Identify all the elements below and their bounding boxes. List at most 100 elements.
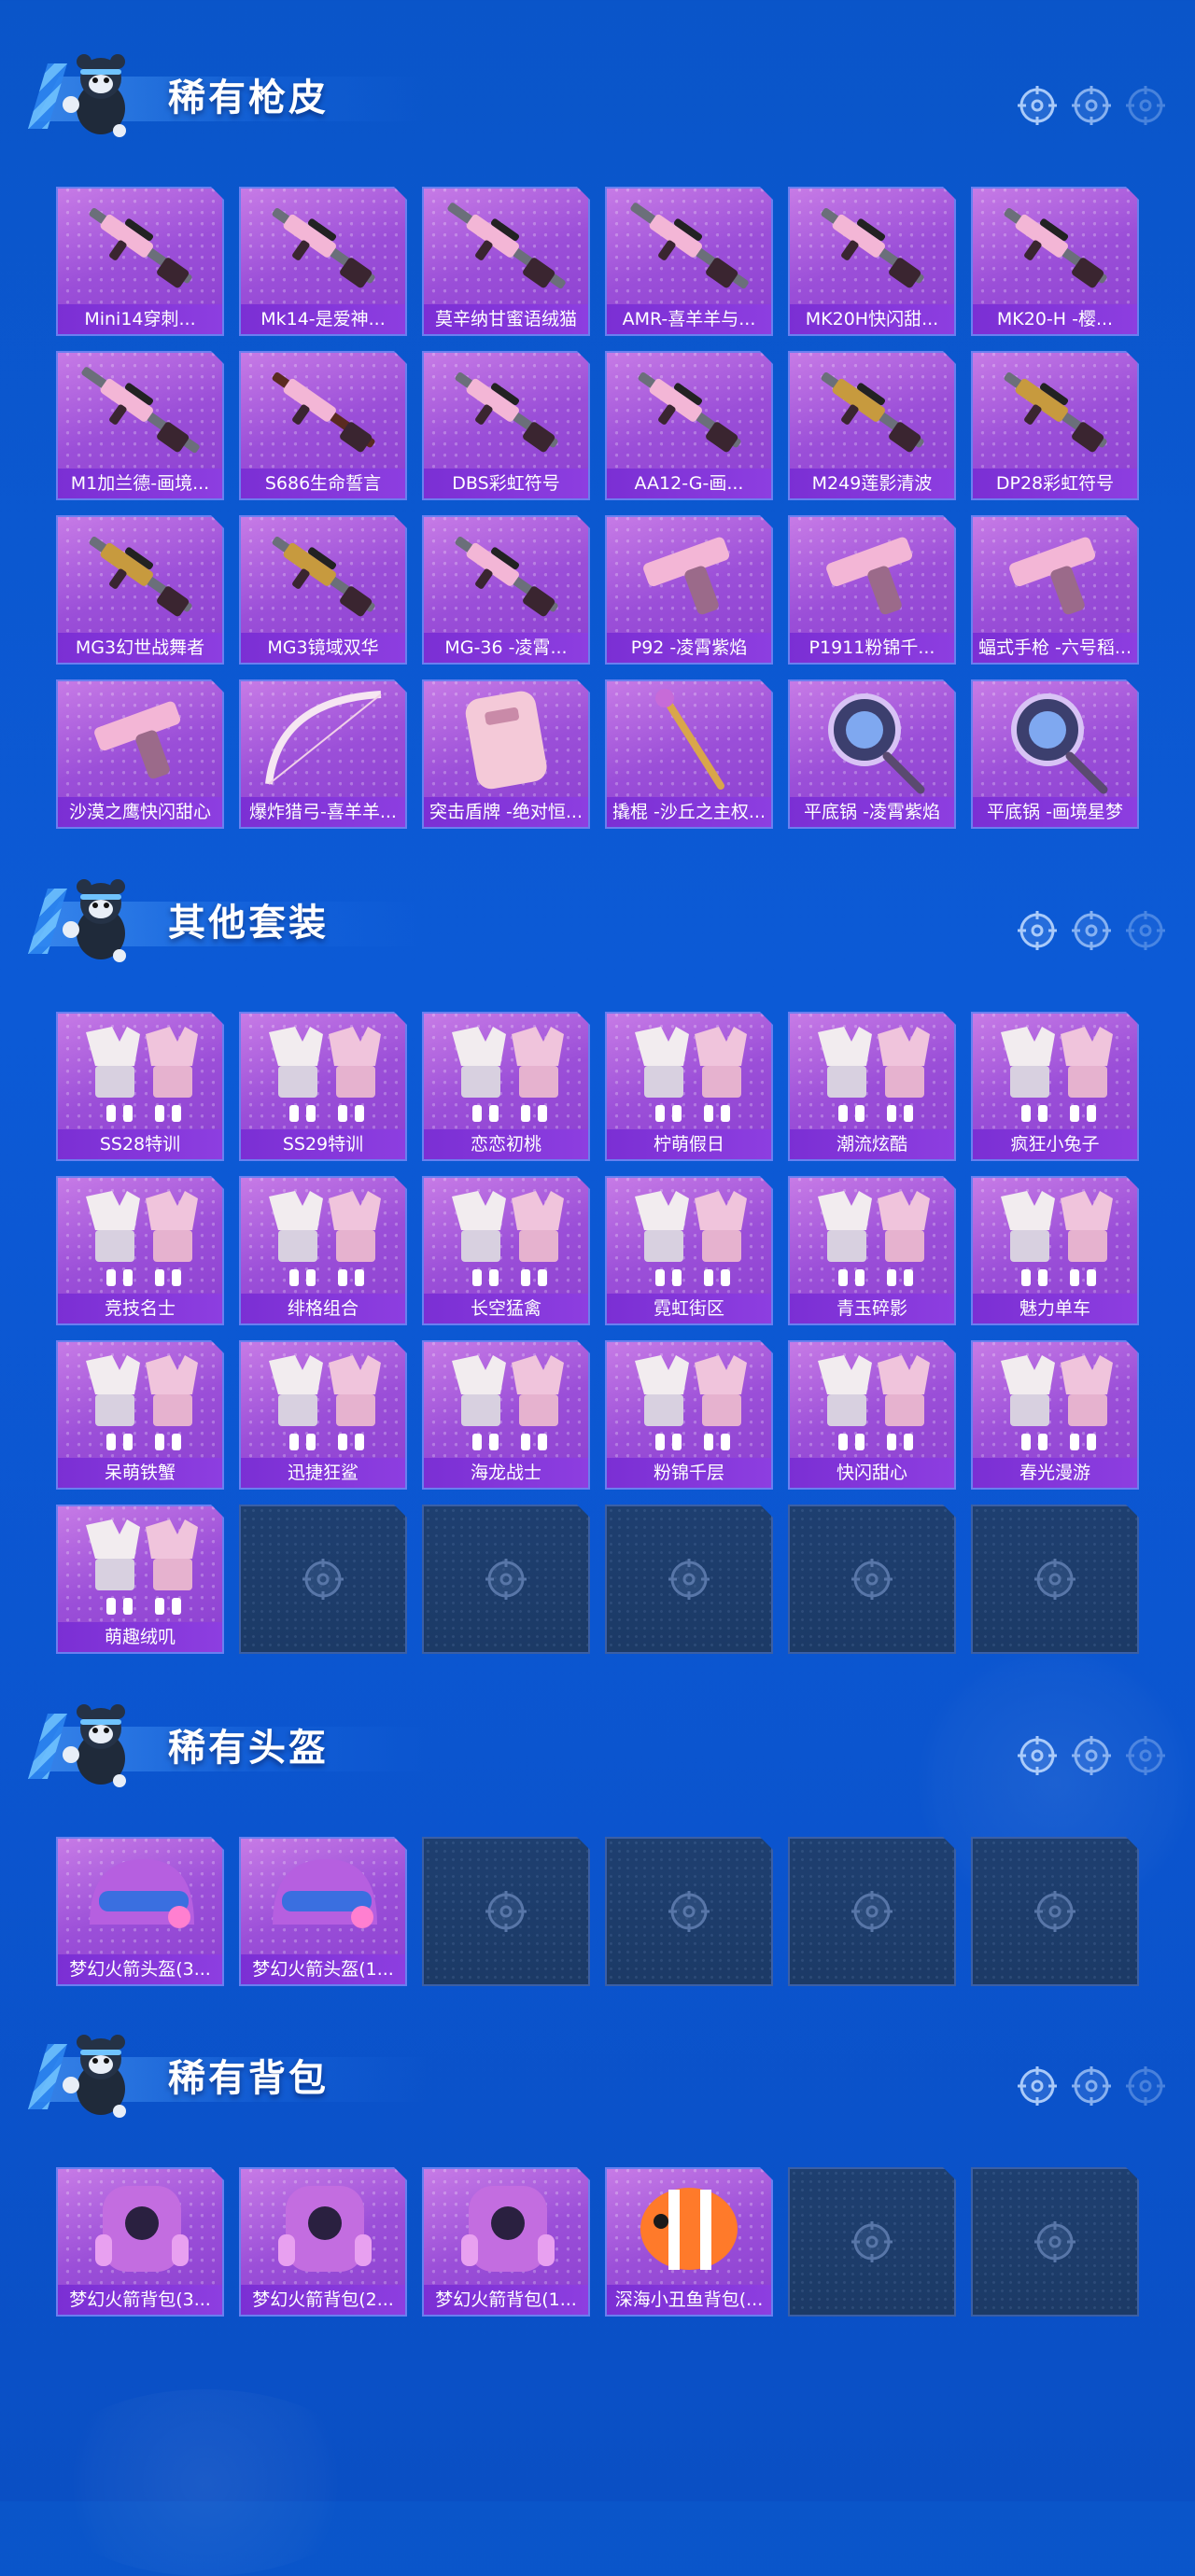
item-card[interactable]: P1911粉锦千...: [788, 515, 956, 665]
mascot-icon: [63, 1704, 126, 1787]
item-card[interactable]: 爆炸猎弓-喜羊羊...: [239, 679, 407, 829]
item-card[interactable]: M249莲影清波: [788, 351, 956, 500]
empty-slot-crosshair-icon: [1032, 1556, 1078, 1603]
crosshair-icon: [1072, 911, 1111, 950]
item-card[interactable]: 突击盾牌 -绝对恒...: [422, 679, 590, 829]
item-card[interactable]: 霓虹街区: [605, 1176, 773, 1325]
item-label: DBS彩虹符号: [424, 469, 588, 498]
item-card[interactable]: SS28特训: [56, 1012, 224, 1161]
outfit-icon: [973, 1178, 1137, 1294]
shield-icon: [424, 681, 588, 797]
empty-slot: [239, 1505, 407, 1654]
item-label: P1911粉锦千...: [790, 633, 954, 663]
item-label: M249莲影清波: [790, 469, 954, 498]
mascot-icon: [63, 2035, 126, 2118]
backpack-icon: [241, 2169, 405, 2285]
item-card[interactable]: MG-36 -凌霄...: [422, 515, 590, 665]
item-label: 青玉碎影: [790, 1294, 954, 1323]
item-label: 莫辛纳甘蜜语绒猫: [424, 304, 588, 334]
item-label: 萌趣绒叽: [58, 1622, 222, 1652]
pistol-icon: [973, 517, 1137, 633]
empty-slot: [971, 2167, 1139, 2317]
item-card[interactable]: 绯格组合: [239, 1176, 407, 1325]
item-card[interactable]: 潮流炫酷: [788, 1012, 956, 1161]
item-card[interactable]: MG3镜域双华: [239, 515, 407, 665]
item-label: AMR-喜羊羊与...: [607, 304, 771, 334]
item-card[interactable]: 魅力单车: [971, 1176, 1139, 1325]
empty-slot: [971, 1837, 1139, 1986]
item-label: 爆炸猎弓-喜羊羊...: [241, 797, 405, 827]
pan-icon: [973, 681, 1137, 797]
item-card[interactable]: 迅捷狂鲨: [239, 1340, 407, 1490]
outfit-icon: [790, 1014, 954, 1129]
item-card[interactable]: 疯狂小兔子: [971, 1012, 1139, 1161]
item-card[interactable]: 莫辛纳甘蜜语绒猫: [422, 187, 590, 336]
item-card[interactable]: 柠萌假日: [605, 1012, 773, 1161]
item-label: MK20H快闪甜...: [790, 304, 954, 334]
rifle-icon: [58, 189, 222, 304]
item-card[interactable]: 青玉碎影: [788, 1176, 956, 1325]
item-card[interactable]: S686生命誓言: [239, 351, 407, 500]
sniper-icon: [424, 189, 588, 304]
item-label: 粉锦千层: [607, 1458, 771, 1488]
rifle-icon: [607, 353, 771, 469]
header-crosshair-group: [1016, 84, 1167, 131]
rifle-icon: [424, 517, 588, 633]
item-label: 柠萌假日: [607, 1129, 771, 1159]
item-label: MG3镜域双华: [241, 633, 405, 663]
item-card[interactable]: DBS彩虹符号: [422, 351, 590, 500]
item-card[interactable]: P92 -凌霄紫焰: [605, 515, 773, 665]
item-card[interactable]: 沙漠之鹰快闪甜心: [56, 679, 224, 829]
item-label: SS28特训: [58, 1129, 222, 1159]
item-card[interactable]: SS29特训: [239, 1012, 407, 1161]
item-card[interactable]: MK20-H -樱...: [971, 187, 1139, 336]
item-card[interactable]: 呆萌铁蟹: [56, 1340, 224, 1490]
empty-slot-crosshair-icon: [1032, 1888, 1078, 1935]
item-card[interactable]: 竞技名士: [56, 1176, 224, 1325]
section-title: 稀有背包: [168, 2057, 329, 2100]
item-card[interactable]: 深海小丑鱼背包(...: [605, 2167, 773, 2317]
item-card[interactable]: 梦幻火箭头盔(1...: [239, 1837, 407, 1986]
empty-slot: [605, 1837, 773, 1986]
item-card[interactable]: 恋恋初桃: [422, 1012, 590, 1161]
item-card[interactable]: M1加兰德-画境...: [56, 351, 224, 500]
item-card[interactable]: 粉锦千层: [605, 1340, 773, 1490]
item-card[interactable]: AMR-喜羊羊与...: [605, 187, 773, 336]
item-card[interactable]: 长空猛禽: [422, 1176, 590, 1325]
rifle-icon: [424, 353, 588, 469]
item-card[interactable]: DP28彩虹符号: [971, 351, 1139, 500]
item-card[interactable]: 梦幻火箭背包(2...: [239, 2167, 407, 2317]
item-card[interactable]: 萌趣绒叽: [56, 1505, 224, 1654]
rifle-icon: [790, 189, 954, 304]
pan-icon: [790, 681, 954, 797]
section-header: 其他套装: [28, 862, 1167, 965]
item-label: P92 -凌霄紫焰: [607, 633, 771, 663]
section-title: 稀有枪皮: [168, 77, 329, 119]
item-card[interactable]: 梦幻火箭头盔(3...: [56, 1837, 224, 1986]
crosshair-icon: [1018, 86, 1057, 125]
outfit-icon: [424, 1342, 588, 1458]
item-card[interactable]: 梦幻火箭背包(3...: [56, 2167, 224, 2317]
item-card[interactable]: MK20H快闪甜...: [788, 187, 956, 336]
item-card[interactable]: AA12-G-画...: [605, 351, 773, 500]
item-card[interactable]: Mini14穿刺...: [56, 187, 224, 336]
empty-slot-crosshair-icon: [300, 1556, 346, 1603]
item-card[interactable]: 平底锅 -画境星梦: [971, 679, 1139, 829]
item-card[interactable]: 快闪甜心: [788, 1340, 956, 1490]
item-card[interactable]: 海龙战士: [422, 1340, 590, 1490]
outfit-icon: [58, 1342, 222, 1458]
item-label: 快闪甜心: [790, 1458, 954, 1488]
item-card[interactable]: 梦幻火箭背包(1...: [422, 2167, 590, 2317]
crowbar-icon: [607, 681, 771, 797]
item-card[interactable]: 蝠式手枪 -六号稻...: [971, 515, 1139, 665]
item-card[interactable]: Mk14-是爱神...: [239, 187, 407, 336]
item-card[interactable]: 撬棍 -沙丘之主权...: [605, 679, 773, 829]
item-card[interactable]: 平底锅 -凌霄紫焰: [788, 679, 956, 829]
item-card[interactable]: 春光漫游: [971, 1340, 1139, 1490]
rifle-icon: [241, 189, 405, 304]
mascot-icon: [63, 54, 126, 137]
clownfish-backpack-icon: [607, 2169, 771, 2285]
outfit-icon: [607, 1342, 771, 1458]
helmet-icon: [241, 1839, 405, 1954]
item-card[interactable]: MG3幻世战舞者: [56, 515, 224, 665]
